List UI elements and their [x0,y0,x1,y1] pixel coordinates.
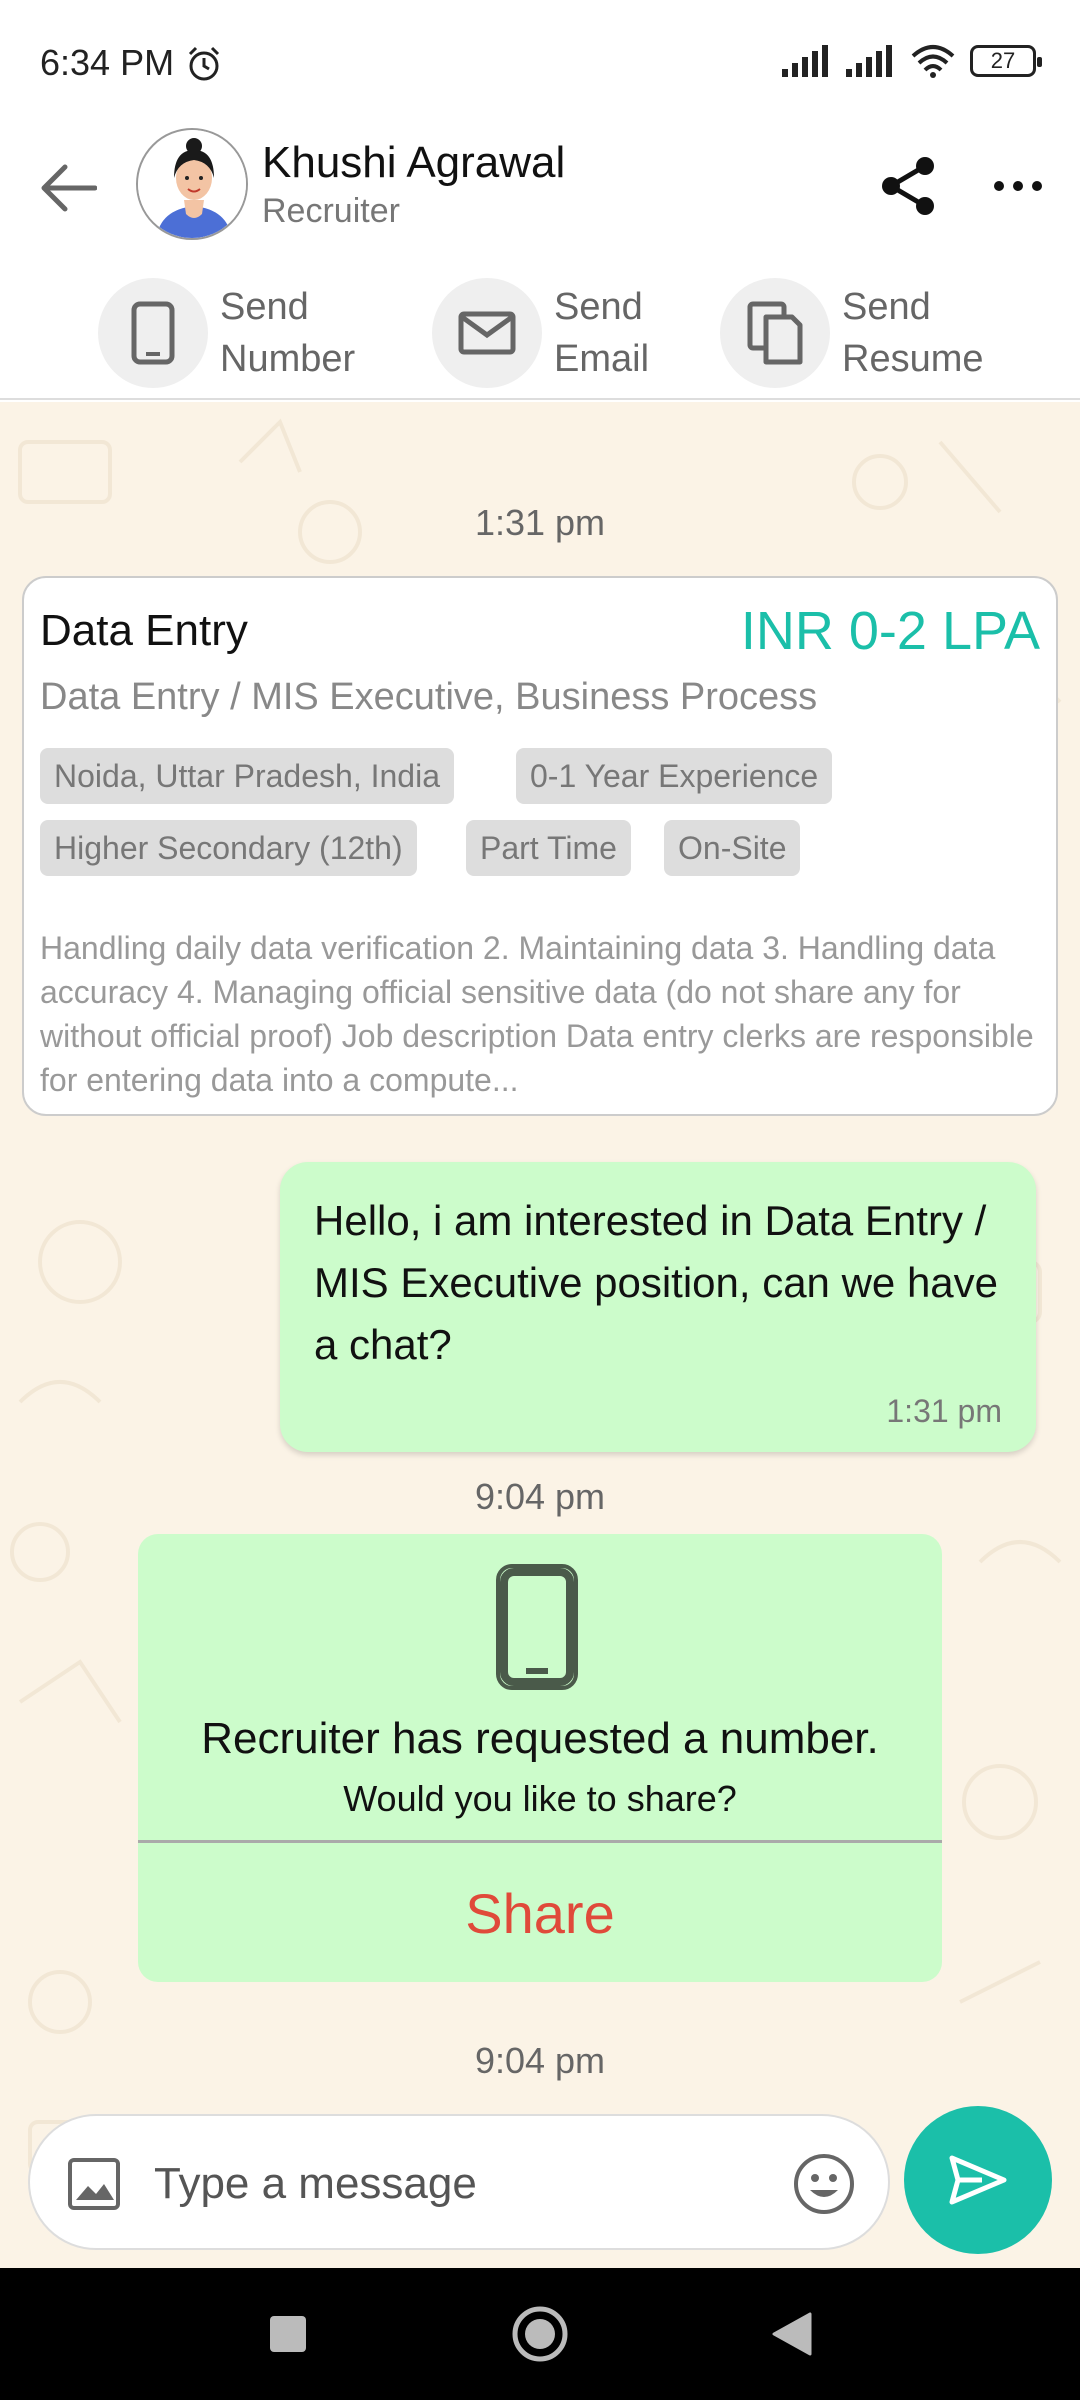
quick-actions: Send Number Send Email Send Resume [0,250,1080,400]
job-tag-experience: 0-1 Year Experience [516,748,833,804]
battery-indicator: 27 [970,45,1042,77]
timestamp-divider: 1:31 pm [474,502,606,543]
share-number-button[interactable]: Share [138,1844,942,1982]
more-options-button[interactable] [980,150,1056,222]
send-resume-button[interactable]: Send Resume [720,278,984,388]
job-salary: INR 0-2 LPA [740,601,1040,661]
square-icon [270,2316,306,2352]
home-button[interactable] [504,2298,576,2370]
action-label: Send Resume [842,286,984,380]
divider [138,1840,942,1843]
job-tag-education: Higher Secondary (12th) [40,820,417,876]
status-icons: 27 [782,44,1042,78]
message-input[interactable] [154,2146,774,2222]
share-icon [882,157,934,215]
phone-icon [496,1564,578,1690]
timestamp-divider: 9:04 pm [474,2040,606,2081]
job-subtitle: Data Entry / MIS Executive, Business Pro… [40,676,818,718]
action-icon-circle [432,278,542,388]
job-card[interactable]: Data Entry INR 0-2 LPA Data Entry / MIS … [22,576,1058,1116]
chat-header: Khushi Agrawal Recruiter [0,120,1080,250]
job-tag-mode: On-Site [664,820,801,876]
message-time: 1:31 pm [886,1393,1002,1429]
mail-icon [458,311,516,355]
more-horizontal-icon [994,181,1042,191]
signal-icon [782,45,828,77]
back-nav-button[interactable] [756,2298,828,2370]
job-title: Data Entry [40,606,248,655]
document-copy-icon [747,301,803,365]
status-time: 6:34 PM [40,42,175,83]
number-request-card: Recruiter has requested a number. Would … [138,1534,942,1982]
action-label: Send Number [220,286,356,380]
alarm-icon [188,46,220,81]
contact-name: Khushi Agrawal [262,138,566,187]
send-button[interactable] [904,2106,1052,2254]
job-tag-location: Noida, Uttar Pradesh, India [40,748,454,804]
action-label: Send Email [554,286,650,380]
send-email-button[interactable]: Send Email [432,278,649,388]
request-subtitle: Would you like to share? [343,1778,737,1819]
timestamp-divider: 9:04 pm [474,1476,606,1517]
emoji-icon[interactable] [792,2152,856,2216]
status-bar: 6:34 PM 27 [0,0,1080,120]
send-number-button[interactable]: Send Number [98,278,355,388]
chat-area[interactable]: 1:31 pm Data Entry INR 0-2 LPA Data Entr… [0,402,1080,2268]
avatar-image [138,130,246,238]
phone-icon [131,301,175,365]
contact-role: Recruiter [262,192,400,230]
avatar[interactable] [136,128,248,240]
triangle-back-icon [772,2312,812,2356]
recents-button[interactable] [252,2298,324,2370]
request-title: Recruiter has requested a number. [201,1714,879,1763]
action-icon-circle [98,278,208,388]
image-attach-icon[interactable] [66,2156,122,2212]
back-button[interactable] [30,150,106,226]
wifi-icon [911,45,955,78]
message-text: Hello, i am interested in Data Entry / M… [314,1197,999,1368]
send-icon [949,2155,1007,2205]
message-composer [28,2114,890,2250]
outgoing-message[interactable]: Hello, i am interested in Data Entry / M… [280,1162,1036,1452]
job-description: Handling daily data verification 2. Main… [40,930,1034,1098]
arrow-left-icon [41,164,97,212]
home-circle-icon [512,2306,568,2362]
signal-icon-2 [846,45,892,77]
job-tag-type: Part Time [466,820,631,876]
share-button[interactable] [872,150,944,222]
system-navigation-bar [0,2268,1080,2400]
action-icon-circle [720,278,830,388]
